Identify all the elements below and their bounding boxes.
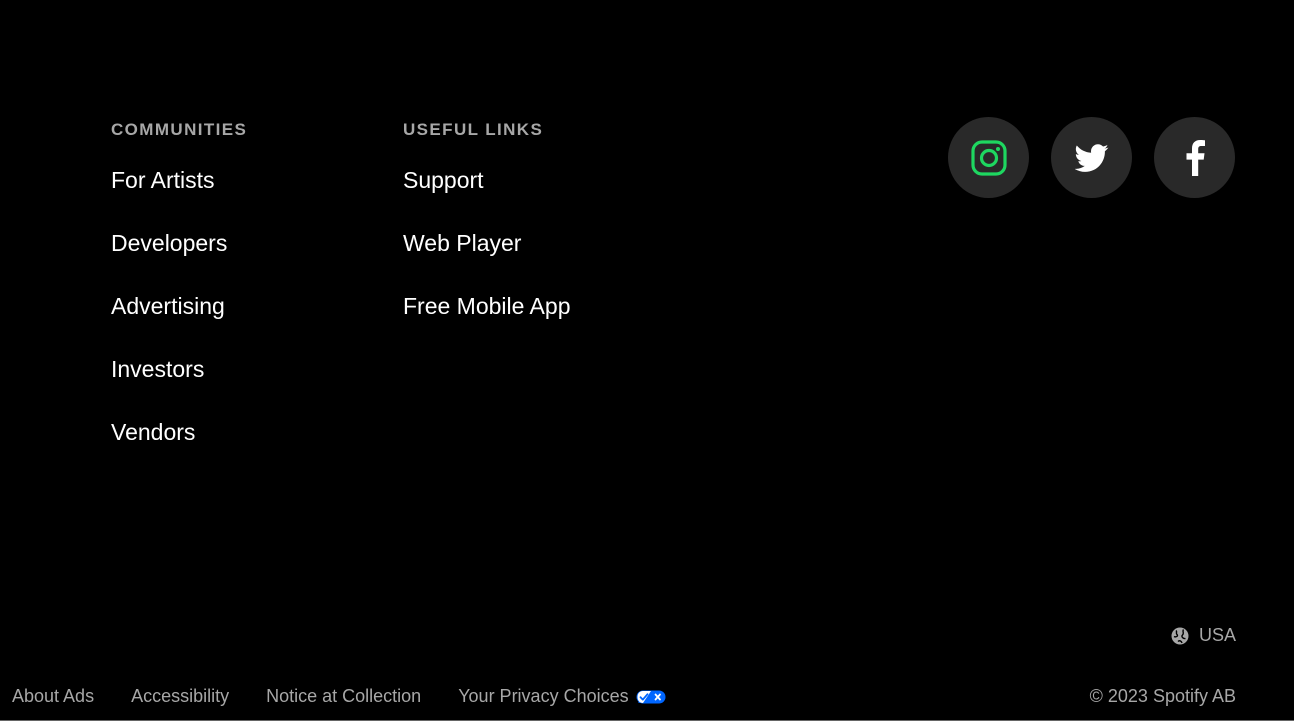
twitter-button[interactable] xyxy=(1051,117,1132,198)
facebook-icon xyxy=(1186,139,1205,176)
list-item: Advertising xyxy=(111,293,247,356)
accessibility-label: Accessibility xyxy=(131,686,230,706)
advertising-link[interactable]: Advertising xyxy=(111,293,225,319)
developers-link[interactable]: Developers xyxy=(111,230,227,256)
useful-links-column: USEFUL LINKS Support Web Player Free Mob… xyxy=(403,119,570,356)
instagram-icon xyxy=(970,139,1007,176)
privacy-choices-label: Your Privacy Choices xyxy=(458,686,629,706)
facebook-button[interactable] xyxy=(1154,117,1235,198)
communities-column: COMMUNITIES For Artists Developers Adver… xyxy=(111,119,247,482)
notice-at-collection-link[interactable]: Notice at Collection xyxy=(266,686,421,707)
social-links xyxy=(948,117,1235,198)
page-bottom-edge xyxy=(0,720,1294,726)
for-artists-link[interactable]: For Artists xyxy=(111,167,215,193)
list-item: Vendors xyxy=(111,419,247,482)
about-ads-label: About Ads xyxy=(12,686,95,706)
list-item: Developers xyxy=(111,230,247,293)
useful-links-heading: USEFUL LINKS xyxy=(403,120,544,139)
investors-link[interactable]: Investors xyxy=(111,356,204,382)
region-label: USA xyxy=(1198,625,1236,645)
free-mobile-app-link[interactable]: Free Mobile App xyxy=(403,293,570,319)
communities-heading: COMMUNITIES xyxy=(111,120,248,139)
list-item: Support xyxy=(403,167,570,230)
vendors-link[interactable]: Vendors xyxy=(111,419,195,445)
support-link[interactable]: Support xyxy=(403,167,484,193)
privacy-choices-link[interactable]: Your Privacy Choices xyxy=(458,686,666,707)
globe-icon xyxy=(1171,627,1189,644)
about-ads-link[interactable]: About Ads xyxy=(12,686,94,707)
list-item: Web Player xyxy=(403,230,570,293)
notice-at-collection-label: Notice at Collection xyxy=(266,686,422,706)
instagram-button[interactable] xyxy=(948,117,1029,198)
communities-list: For Artists Developers Advertising Inves… xyxy=(111,167,247,482)
copyright-text: © 2023 Spotify AB xyxy=(1089,686,1236,706)
list-item: Investors xyxy=(111,356,247,419)
privacy-toggle-icon xyxy=(636,690,666,704)
web-player-link[interactable]: Web Player xyxy=(403,230,521,256)
region-selector[interactable]: USA xyxy=(1170,625,1236,646)
accessibility-link[interactable]: Accessibility xyxy=(131,686,229,707)
list-item: For Artists xyxy=(111,167,247,230)
list-item: Free Mobile App xyxy=(403,293,570,356)
useful-links-list: Support Web Player Free Mobile App xyxy=(403,167,570,356)
twitter-icon xyxy=(1074,143,1108,172)
legal-links: About Ads Accessibility Notice at Collec… xyxy=(12,686,703,707)
